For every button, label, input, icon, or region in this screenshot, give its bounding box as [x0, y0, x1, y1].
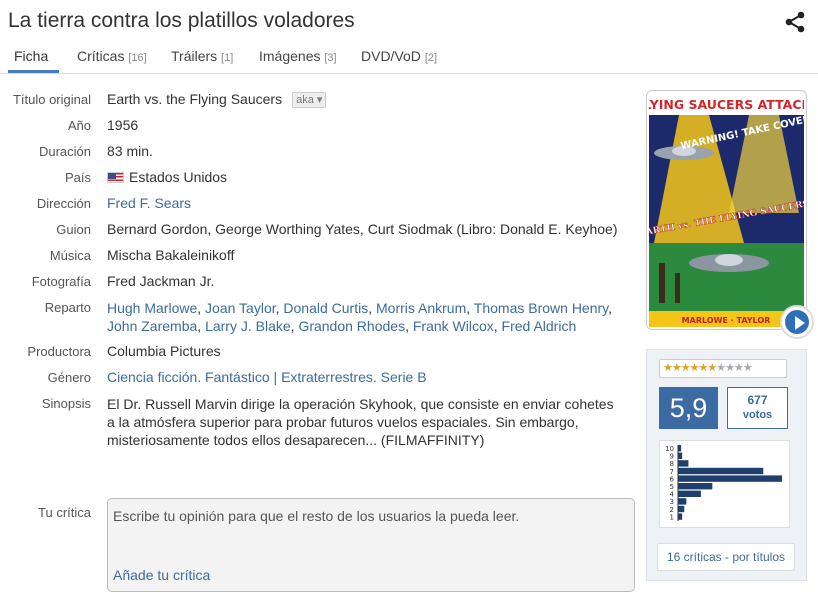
histogram-bar	[678, 490, 701, 497]
review-placeholder[interactable]: Escribe tu opinión para que el resto de …	[113, 508, 519, 524]
label-direccion: Dirección	[36, 196, 91, 211]
cast-link[interactable]: Joan Taylor	[205, 300, 276, 316]
star-filled-icon: ★	[680, 362, 691, 374]
cast-link[interactable]: Donald Curtis	[283, 300, 368, 316]
histogram-bar	[678, 513, 683, 520]
synopsis-text: El Dr. Russell Marvin dirige la operació…	[107, 396, 614, 448]
tu-critica-label: Tu crítica	[38, 505, 91, 520]
tab-bar: Ficha Críticas [16] Tráilers [1] Imágene…	[0, 44, 818, 74]
vote-count-number: 677	[747, 393, 768, 407]
star-empty-icon: ★	[734, 362, 744, 374]
value-anio: 1956	[107, 117, 139, 133]
star-filled-icon: ★	[663, 362, 673, 374]
review-box[interactable]: Escribe tu opinión para que el resto de …	[107, 498, 635, 592]
share-icon[interactable]	[784, 11, 806, 33]
genre-separator: |	[273, 369, 278, 385]
original-title-text: Earth vs. the Flying Saucers	[107, 91, 283, 107]
tab-ficha[interactable]: Ficha	[14, 48, 48, 64]
cast-link[interactable]: Frank Wilcox	[413, 318, 494, 334]
star-empty-icon: ★	[725, 362, 735, 374]
value-guion: Bernard Gordon, George Worthing Yates, C…	[107, 221, 618, 237]
vote-count-label: votos	[742, 409, 773, 421]
rating-stars: ★★★★★★★★★★	[659, 359, 787, 378]
value-fotografia: Fred Jackman Jr.	[107, 273, 215, 289]
movie-poster[interactable]: FLYING SAUCERS ATTACK! WARNING! TAKE COV…	[646, 90, 807, 330]
label-productora: Productora	[27, 344, 91, 359]
histogram-bar	[678, 467, 764, 475]
value-pais: Estados Unidos	[107, 169, 227, 185]
tab-criticas[interactable]: Críticas [16]	[77, 48, 147, 64]
star-empty-icon: ★	[742, 362, 753, 374]
cast-list: Hugh Marlowe, Joan Taylor, Donald Curtis…	[107, 300, 613, 334]
label-duracion: Duración	[38, 144, 91, 159]
tab-imagenes[interactable]: Imágenes [3]	[259, 48, 337, 64]
label-titulo-original: Título original	[12, 92, 91, 107]
vote-count[interactable]: 677 votos	[727, 387, 788, 429]
histogram-chart: 10987654321	[665, 445, 782, 521]
cast-link[interactable]: Hugh Marlowe	[107, 300, 197, 316]
histogram-scale-label: 1	[670, 513, 674, 521]
cast-link[interactable]: Thomas Brown Henry	[474, 300, 608, 316]
star-filled-icon: ★	[707, 362, 717, 374]
genre-link[interactable]: Ciencia ficción	[107, 369, 197, 385]
poster-cast: MARLOWE · TAYLOR	[682, 316, 771, 325]
label-genero: Género	[47, 370, 91, 385]
value-productora: Columbia Pictures	[107, 343, 221, 359]
us-flag-icon	[107, 172, 124, 183]
value-musica: Mischa Bakaleinikoff	[107, 247, 235, 263]
cast-link[interactable]: Grandon Rhodes	[298, 318, 405, 334]
label-fotografia: Fotografía	[31, 274, 91, 289]
chevron-down-icon: ▾	[316, 94, 323, 106]
label-reparto: Reparto	[44, 300, 91, 315]
star-filled-icon: ★	[671, 362, 682, 374]
tab-dvd-vod[interactable]: DVD/VoD [2]	[361, 48, 437, 64]
poster-headline: FLYING SAUCERS ATTACK!	[649, 97, 804, 112]
tab-trailers[interactable]: Tráilers [1]	[171, 48, 233, 64]
label-guion: Guion	[56, 222, 91, 237]
critics-by-title-link[interactable]: 16 críticas - por títulos	[657, 543, 795, 571]
histogram-bar	[678, 475, 782, 482]
label-sinopsis: Sinopsis	[41, 396, 91, 411]
topic-link[interactable]: Serie B	[381, 369, 427, 385]
genre-link[interactable]: Fantástico	[205, 369, 270, 385]
label-anio: Año	[67, 118, 91, 133]
rating-histogram: 10 9 8 7 6 5 4 3 2 1	[659, 440, 790, 528]
aka-dropdown[interactable]: aka ▾	[292, 92, 327, 108]
star-filled-icon: ★	[689, 362, 700, 374]
label-pais: País	[64, 170, 91, 185]
director-link[interactable]: Fred F. Sears	[107, 195, 191, 211]
country-text: Estados Unidos	[129, 169, 228, 185]
topic-link[interactable]: Extraterrestres	[281, 369, 373, 385]
histogram-bar	[678, 483, 713, 490]
cast-link[interactable]: John Zaremba	[107, 318, 197, 334]
histogram-bar	[678, 498, 687, 505]
play-trailer-button[interactable]	[780, 305, 814, 339]
value-titulo-original: Earth vs. the Flying Saucers aka ▾	[107, 91, 327, 108]
poster-image: FLYING SAUCERS ATTACK! WARNING! TAKE COV…	[649, 93, 804, 327]
label-musica: Música	[49, 248, 91, 263]
value-duracion: 83 min.	[107, 143, 153, 159]
active-tab-indicator	[8, 70, 59, 73]
add-review-link[interactable]: Añade tu crítica	[113, 567, 210, 583]
average-rating: 5,9	[659, 387, 718, 429]
histogram-bar	[678, 452, 683, 459]
cast-link[interactable]: Fred Aldrich	[502, 318, 577, 334]
histogram-bar	[678, 505, 685, 513]
genre-list: Ciencia ficción. Fantástico | Extraterre…	[107, 369, 427, 385]
cast-link[interactable]: Morris Ankrum	[376, 300, 466, 316]
page-title: La tierra contra los platillos voladores	[8, 9, 355, 32]
histogram-bar	[678, 460, 689, 467]
cast-link[interactable]: Larry J. Blake	[205, 318, 291, 334]
star-empty-icon: ★	[716, 362, 726, 374]
